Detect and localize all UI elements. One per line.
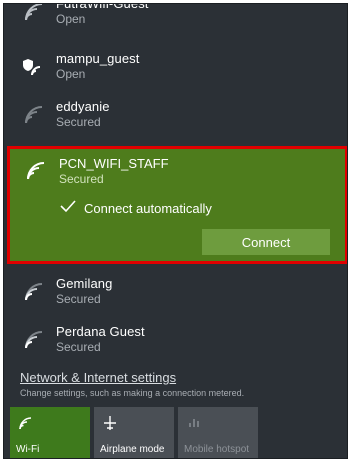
network-name: PCN_WIFI_STAFF <box>59 156 169 171</box>
wifi-icon <box>25 4 43 21</box>
airplane-mode-tile[interactable]: Airplane mode <box>94 407 174 458</box>
network-name: Perdana Guest <box>56 324 145 339</box>
network-status: Secured <box>56 292 101 306</box>
network-status: Secured <box>56 115 101 129</box>
network-status: Open <box>56 12 86 26</box>
network-item-pcn-wifi-staff[interactable]: PCN_WIFI_STAFF Secured Connect automatic… <box>7 146 347 264</box>
wifi-icon <box>25 106 43 124</box>
connect-button[interactable]: Connect <box>202 229 330 255</box>
wifi-shield-icon <box>23 59 41 76</box>
network-name: Gemilang <box>56 276 113 291</box>
checkmark-icon[interactable] <box>60 199 76 213</box>
network-item-mampu-guest[interactable]: mampu_guest Open <box>4 45 347 87</box>
network-status: Secured <box>56 340 101 354</box>
wifi-icon <box>25 283 43 301</box>
wifi-tile-label: Wi-Fi <box>16 444 40 455</box>
network-name: FutraWifi-Guest <box>56 3 149 11</box>
network-item-eddyanie[interactable]: eddyanie Secured <box>4 93 347 135</box>
network-name: eddyanie <box>56 99 110 114</box>
mobile-hotspot-tile-label: Mobile hotspot <box>184 444 250 455</box>
wifi-flyout: FutraWifi-Guest Open mampu_guest Open ed… <box>3 3 348 459</box>
network-status: Open <box>56 67 86 81</box>
wifi-icon <box>27 162 45 180</box>
network-settings-description: Change settings, such as making a connec… <box>20 388 245 398</box>
wifi-icon <box>19 417 32 430</box>
network-settings-link[interactable]: Network & Internet settings <box>20 370 176 385</box>
connect-automatically-checkbox-label[interactable]: Connect automatically <box>84 201 212 216</box>
mobile-hotspot-tile[interactable]: Mobile hotspot <box>178 407 258 458</box>
network-name: mampu_guest <box>56 51 140 66</box>
airplane-icon <box>104 416 116 430</box>
network-item-futrawifi-guest[interactable]: FutraWifi-Guest Open <box>4 3 347 32</box>
network-status: Secured <box>59 172 104 186</box>
network-item-gemilang[interactable]: Gemilang Secured <box>4 270 347 312</box>
hotspot-icon <box>189 419 199 427</box>
network-item-perdana-guest[interactable]: Perdana Guest Secured <box>4 318 347 360</box>
airplane-mode-tile-label: Airplane mode <box>100 444 165 455</box>
wifi-toggle-tile[interactable]: Wi-Fi <box>10 407 90 458</box>
wifi-icon <box>25 331 43 349</box>
